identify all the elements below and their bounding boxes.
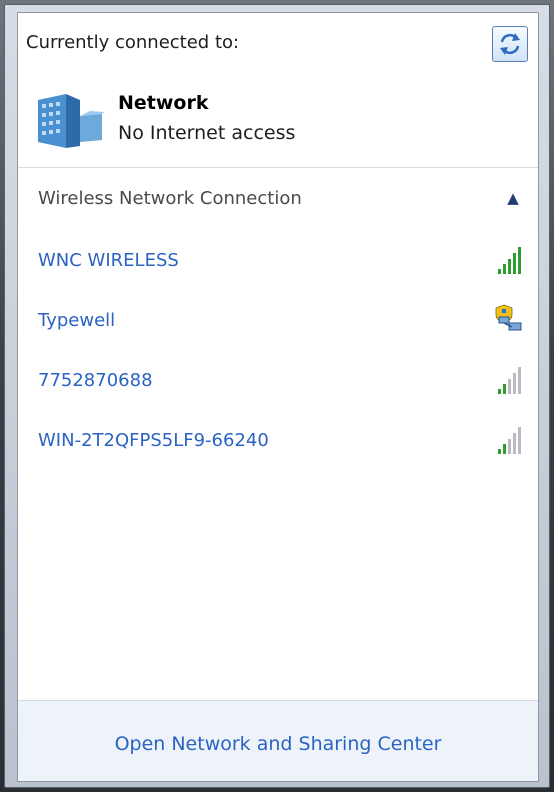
chevron-up-icon[interactable]: ▲ — [505, 190, 521, 206]
wireless-section-title: Wireless Network Connection — [38, 188, 302, 209]
wifi-network-item[interactable]: WIN-2T2QFPS5LF9-66240 — [18, 423, 538, 463]
signal-strength-icon — [498, 427, 521, 454]
section-divider — [18, 167, 538, 168]
connected-title: Currently connected to: — [26, 32, 240, 53]
refresh-button[interactable] — [492, 26, 528, 62]
signal-strength-icon — [498, 367, 521, 394]
wifi-network-item[interactable]: Typewell — [18, 303, 538, 343]
wifi-network-name: 7752870688 — [38, 370, 153, 391]
signal-strength-icon — [498, 247, 521, 274]
wifi-network-item[interactable]: 7752870688 — [18, 363, 538, 403]
wifi-network-item[interactable]: WNC WIRELESS — [18, 243, 538, 283]
wifi-network-name: WIN-2T2QFPS5LF9-66240 — [38, 430, 269, 451]
wifi-network-name: Typewell — [38, 310, 116, 331]
ad-hoc-network-warning-icon — [495, 304, 522, 331]
connected-network-status: No Internet access — [118, 122, 296, 144]
refresh-icon — [500, 33, 520, 55]
network-building-icon — [38, 94, 104, 148]
connected-network-name: Network — [118, 92, 209, 114]
wifi-network-name: WNC WIRELESS — [38, 250, 179, 271]
flyout-footer: Open Network and Sharing Center — [18, 700, 538, 781]
open-network-sharing-center-link[interactable]: Open Network and Sharing Center — [18, 733, 538, 755]
